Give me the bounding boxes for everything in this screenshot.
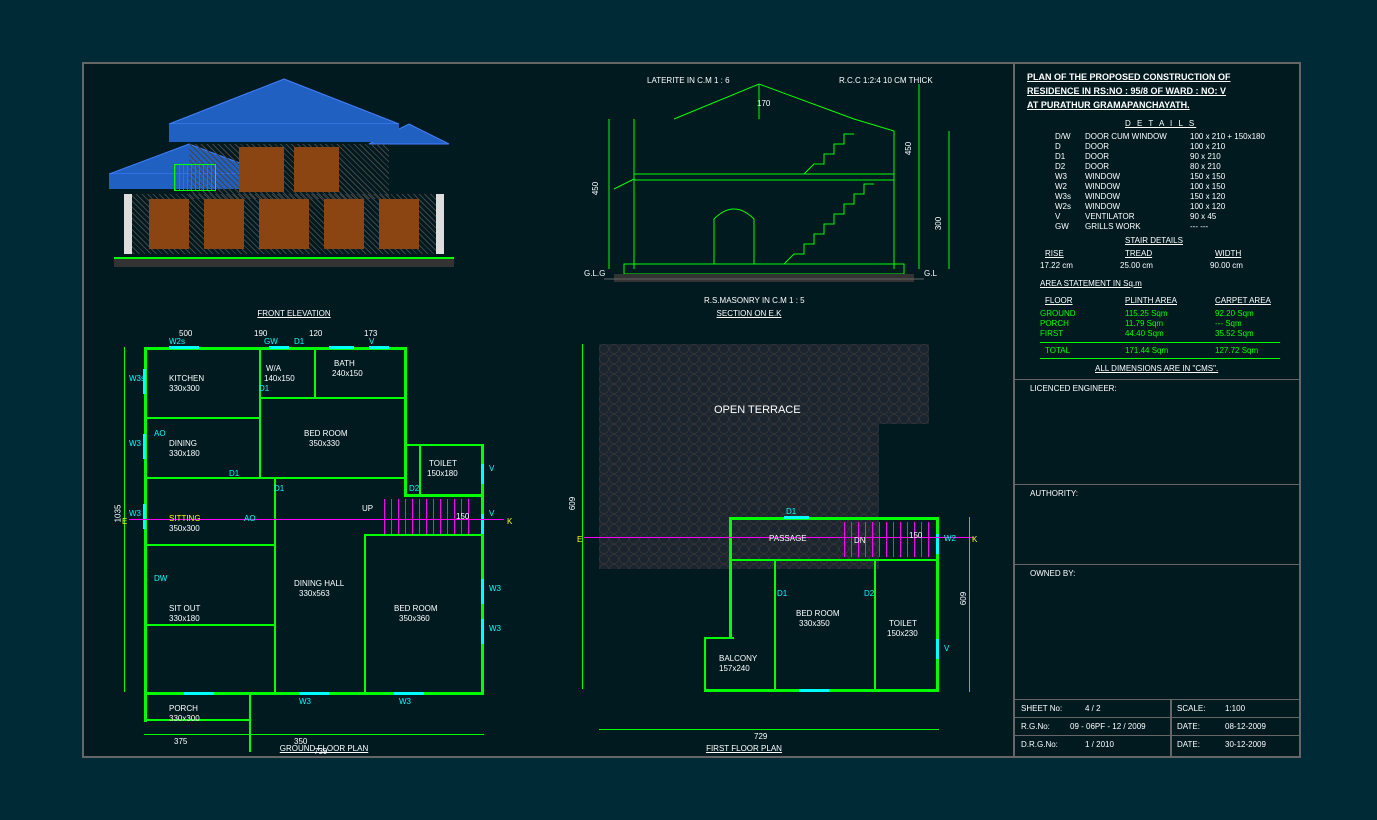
front-elevation-view [109, 69, 479, 299]
ff-plan-label: FIRST FLOOR PLAN [684, 744, 804, 753]
cad-canvas: FRONT ELEVATION 450 450 300 170 G.L.G G.… [0, 0, 1377, 820]
gf-plan-label: GROUND FLOOR PLAN [259, 744, 389, 753]
front-elevation-label: FRONT ELEVATION [234, 309, 354, 318]
first-floor-plan: OPEN TERRACE PASSAGE BED ROOM 330x350 TO… [574, 339, 994, 739]
rcc-note: R.C.C 1:2:4 10 CM THICK [839, 76, 933, 85]
masonry-note: R.S.MASONRY IN C.M 1 : 5 [704, 296, 805, 305]
drawing-frame: FRONT ELEVATION 450 450 300 170 G.L.G G.… [82, 62, 1301, 758]
footer-row-3: D.R.G.No: 1 / 2010 DATE: 30-12-2009 [1015, 735, 1299, 756]
section-label: SECTION ON E.K [689, 309, 809, 318]
title-block: PLAN OF THE PROPOSED CONSTRUCTION OF RES… [1015, 64, 1299, 756]
section-view: 450 450 300 170 G.L.G G.L [554, 69, 974, 304]
laterite-note: LATERITE IN C.M 1 : 6 [647, 76, 730, 85]
ground-floor-plan: 500 190 120 173 1035 KITCHEN 330x300 W/A… [114, 329, 544, 749]
